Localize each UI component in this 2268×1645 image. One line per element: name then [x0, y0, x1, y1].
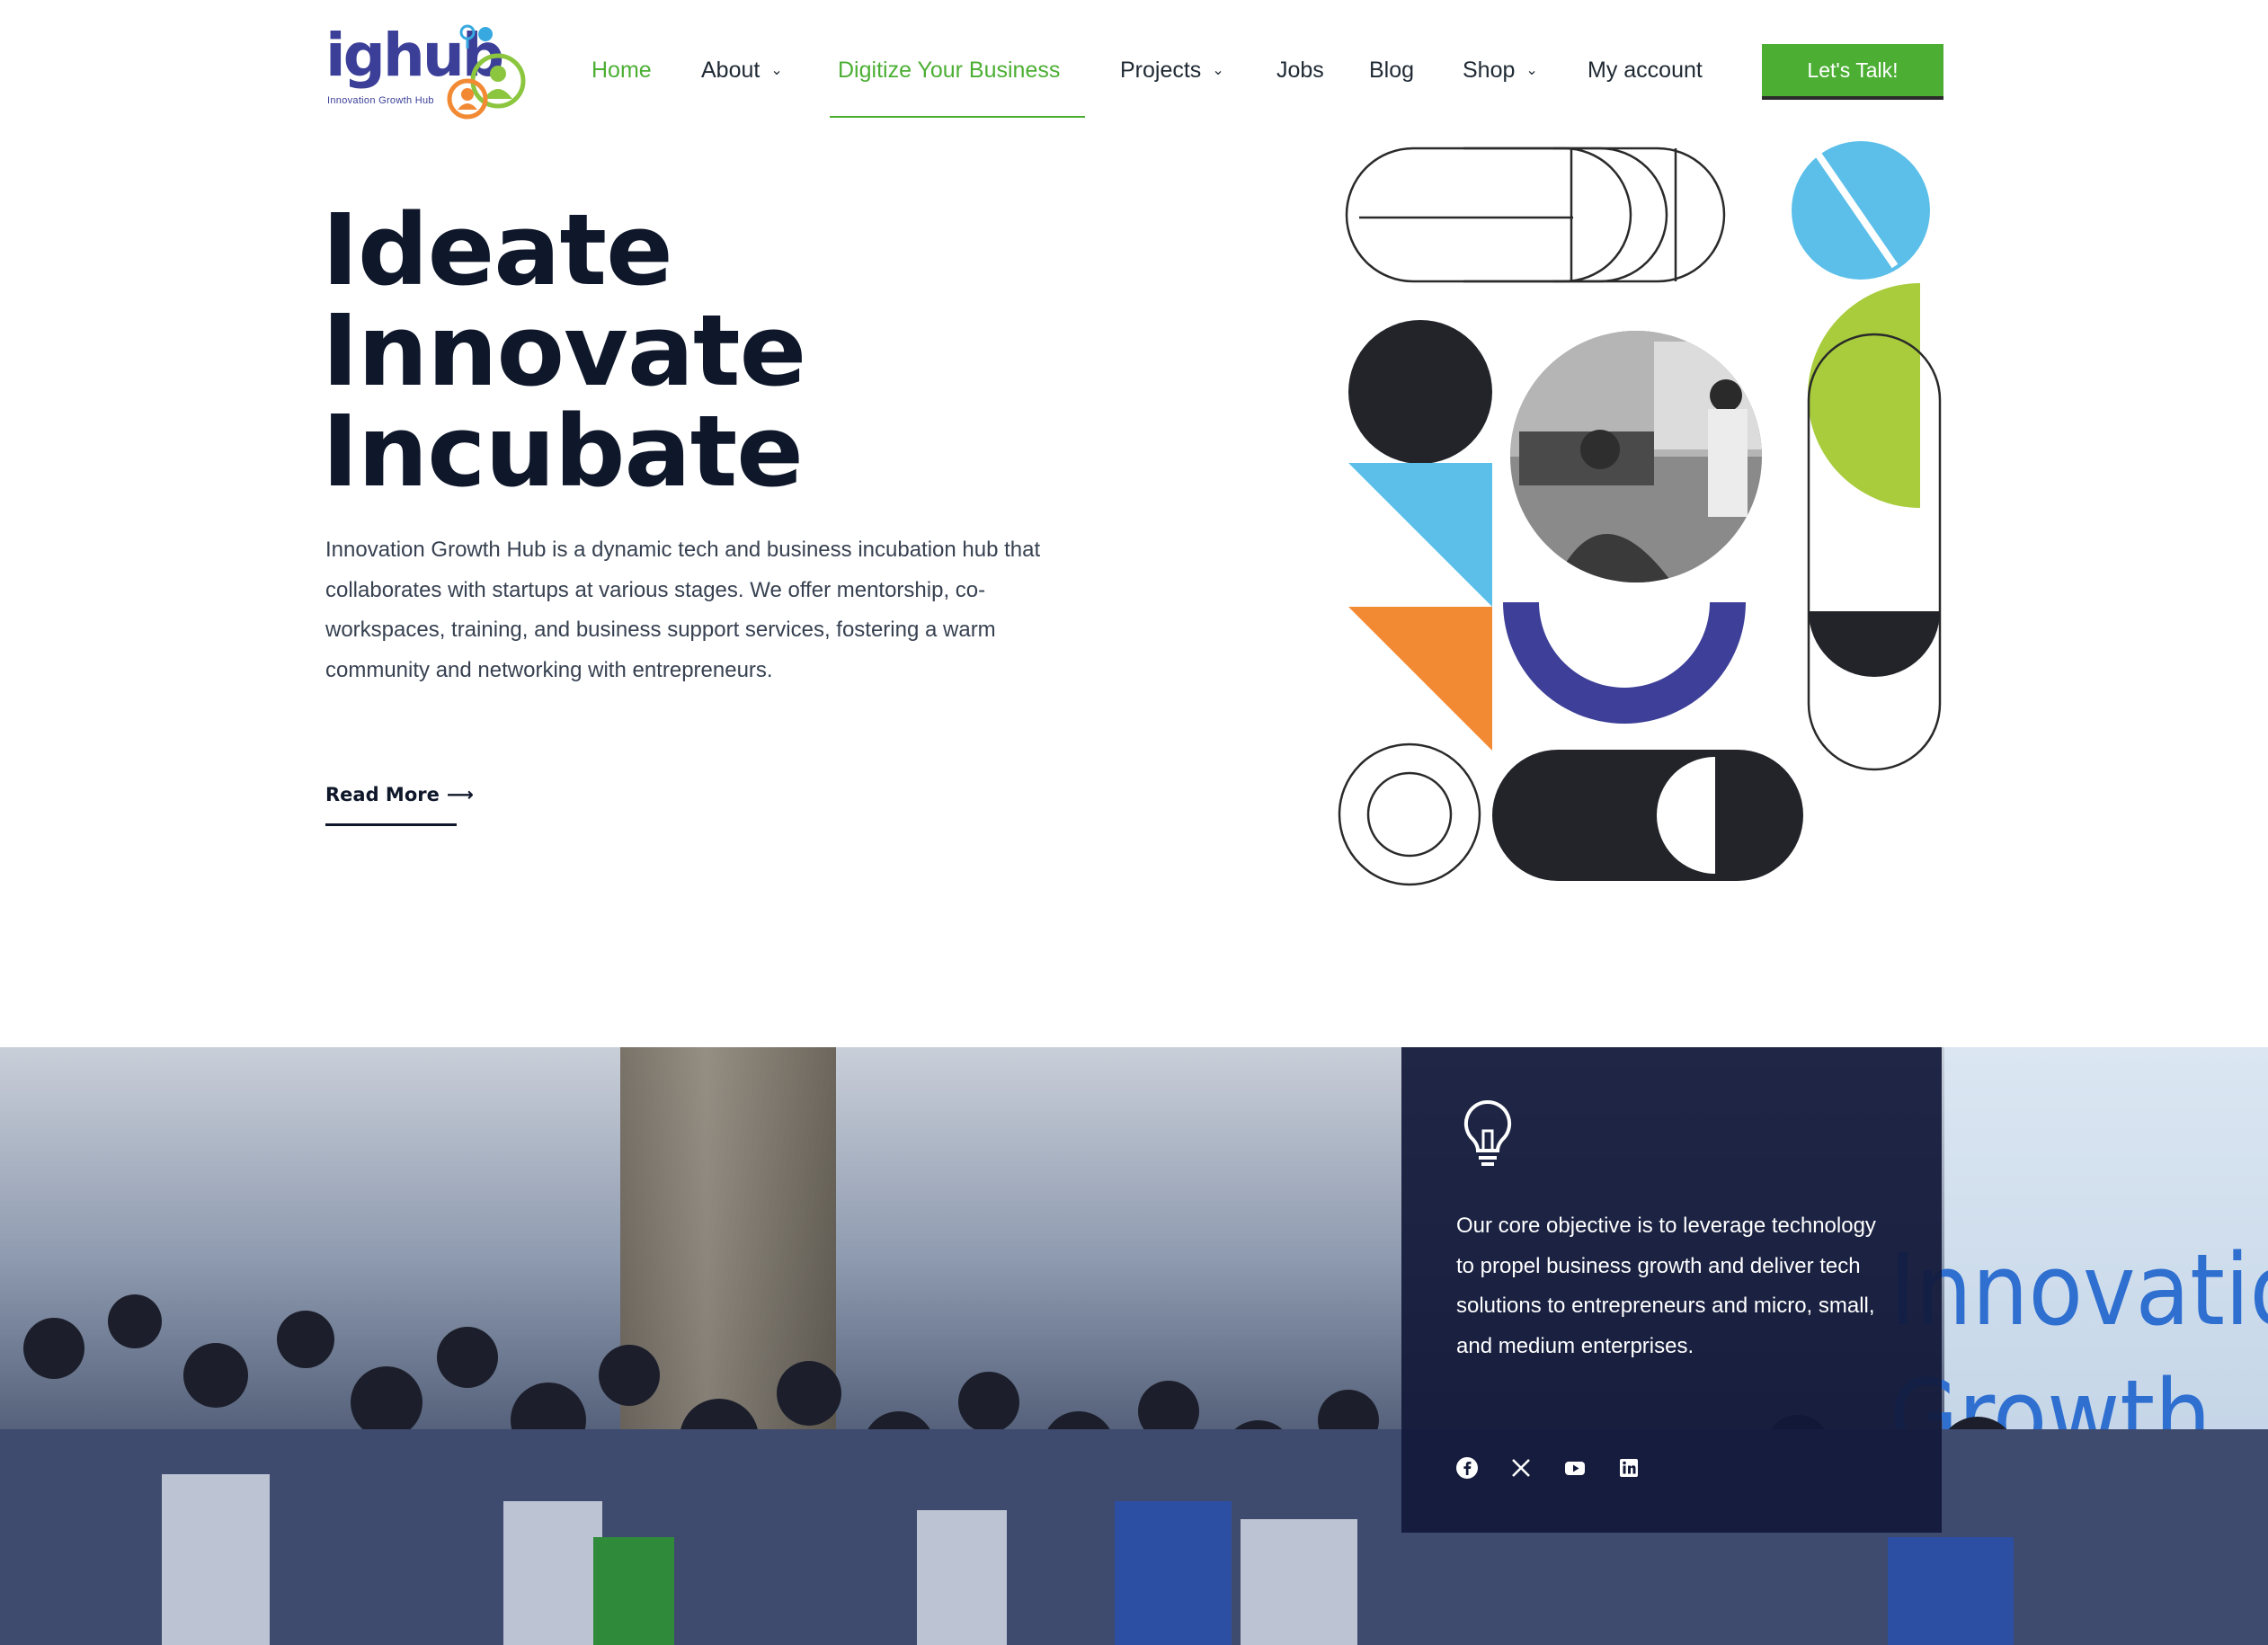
nav-jobs[interactable]: Jobs — [1276, 52, 1324, 88]
hero-title-line: Incubate — [322, 394, 804, 509]
hero-title-line: Innovate — [322, 293, 806, 408]
nav-shop[interactable]: Shop ⌄ — [1463, 52, 1538, 92]
logo-people-icon — [447, 24, 526, 120]
indigo-arch-shape — [1503, 602, 1746, 724]
nav-shop-label: Shop — [1463, 58, 1516, 83]
chevron-down-icon: ⌄ — [770, 63, 783, 78]
site-logo[interactable]: ighub Innovation Growth Hub — [325, 20, 527, 124]
hero-geometric-art — [1338, 141, 1942, 886]
lightbulb-icon — [1463, 1099, 1512, 1166]
nav-projects-label: Projects — [1120, 58, 1202, 83]
objective-text: Our core objective is to leverage techno… — [1456, 1214, 1876, 1358]
nav-my-account[interactable]: My account — [1588, 52, 1703, 88]
nav-home-label: Home — [591, 58, 652, 83]
linkedin-icon[interactable] — [1617, 1456, 1641, 1480]
nav-home[interactable]: Home — [591, 52, 652, 88]
nav-blog-label: Blog — [1369, 58, 1415, 83]
youtube-icon[interactable] — [1563, 1456, 1587, 1480]
nav-my-account-label: My account — [1588, 58, 1703, 83]
hero-description: Innovation Growth Hub is a dynamic tech … — [325, 538, 1041, 682]
nav-jobs-label: Jobs — [1276, 58, 1324, 83]
read-more-label: Read More — [325, 784, 440, 805]
nav-projects[interactable]: Projects ⌄ — [1120, 52, 1224, 92]
facebook-icon[interactable] — [1455, 1456, 1479, 1480]
lime-half-circle-shape — [1808, 283, 1920, 508]
dark-pill-shape — [1492, 750, 1803, 881]
nav-active-underline — [830, 116, 1085, 118]
hero-title: Ideate Innovate Incubate — [322, 192, 806, 509]
team-photo-circle — [1510, 331, 1762, 582]
nav-digitize-label: Digitize Your Business — [838, 58, 1061, 83]
dark-half-circle-shape — [1809, 611, 1940, 677]
nav-about-label: About — [701, 58, 760, 83]
read-more-link[interactable]: Read More ⟶ — [325, 784, 474, 805]
blue-triangle-shape — [1348, 463, 1492, 607]
outline-pill-shape — [1345, 147, 1632, 283]
orange-triangle-shape — [1348, 607, 1492, 751]
chevron-down-icon: ⌄ — [1525, 63, 1538, 78]
logo-tagline: Innovation Growth Hub — [327, 95, 434, 106]
outline-pill-shape — [1463, 147, 1668, 283]
read-more-underline — [325, 823, 457, 826]
outline-ring-shape — [1338, 742, 1481, 886]
nav-digitize-business[interactable]: Digitize Your Business — [838, 52, 1060, 88]
chevron-down-icon: ⌄ — [1212, 63, 1224, 78]
nav-about[interactable]: About ⌄ — [701, 52, 783, 92]
dark-circle-shape — [1348, 320, 1492, 464]
nav-blog[interactable]: Blog — [1369, 52, 1414, 88]
lets-talk-button[interactable]: Let's Talk! — [1762, 44, 1943, 100]
arrow-right-icon: ⟶ — [446, 784, 474, 805]
hero-title-line: Ideate — [322, 192, 673, 307]
x-twitter-icon[interactable] — [1509, 1456, 1533, 1480]
outline-pill-shape — [1553, 147, 1726, 283]
